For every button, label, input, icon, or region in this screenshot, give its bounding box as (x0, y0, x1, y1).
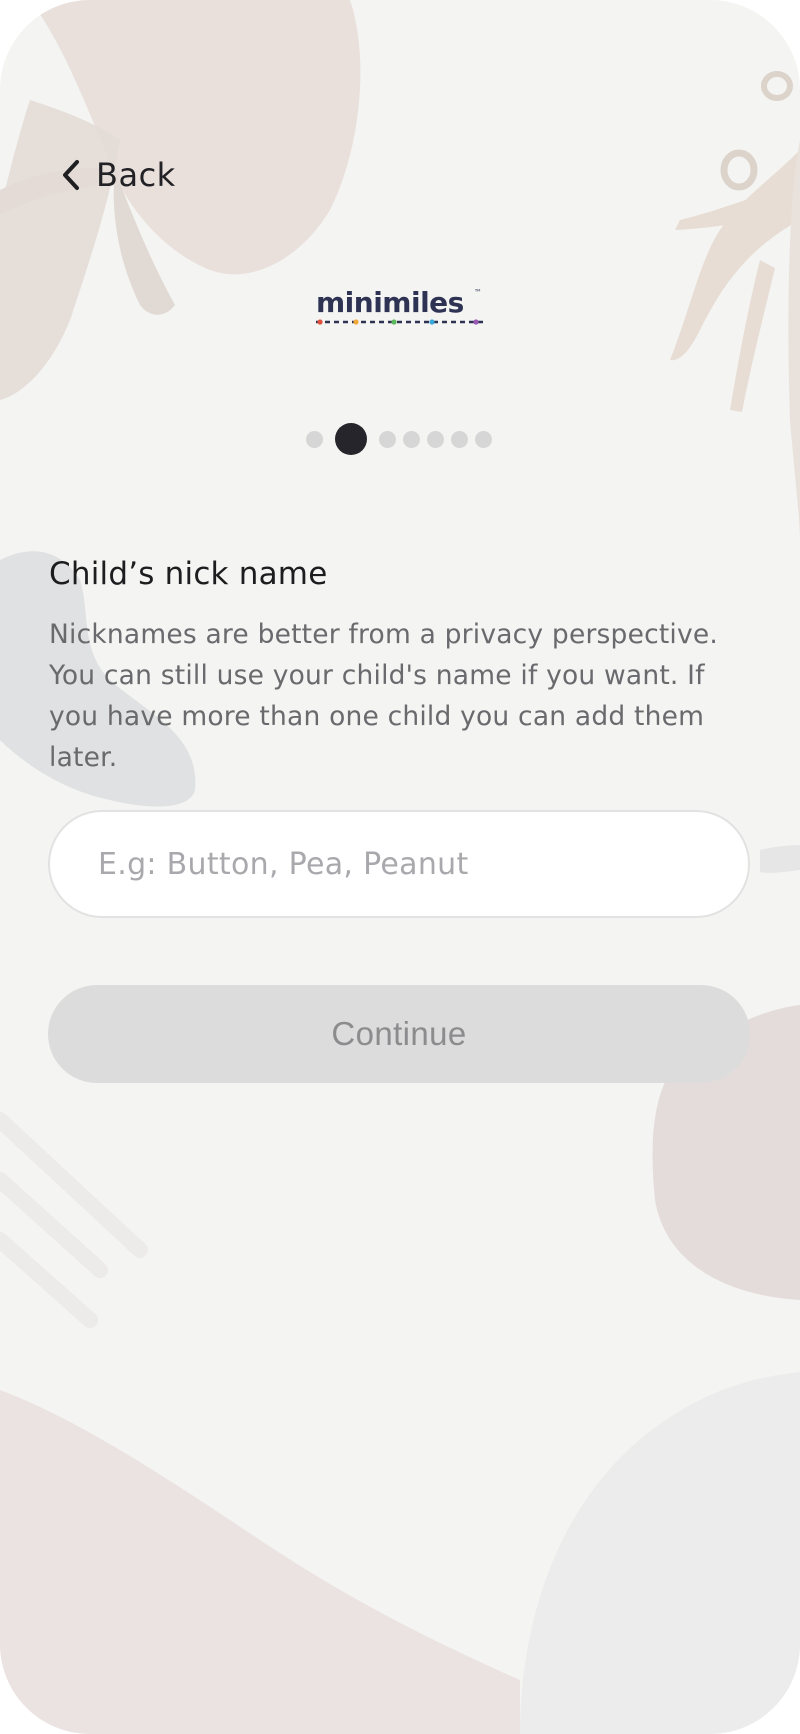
progress-dot (403, 431, 420, 448)
progress-dot (306, 431, 323, 448)
chevron-left-icon (63, 160, 79, 190)
progress-indicator (0, 423, 800, 455)
continue-button[interactable]: Continue (48, 985, 750, 1083)
logo-trademark: ™ (474, 288, 482, 297)
progress-dot-active (335, 423, 367, 455)
progress-dot (379, 431, 396, 448)
nickname-input[interactable] (48, 810, 750, 918)
logo-dashed-underline (316, 319, 486, 325)
progress-dot (475, 431, 492, 448)
form-description: Nicknames are better from a privacy pers… (49, 619, 719, 773)
back-label: Back (96, 156, 176, 194)
back-button[interactable]: Back (60, 152, 176, 198)
minimiles-logo: minimiles ™ (316, 286, 486, 328)
page-title: Child’s nick name (49, 556, 328, 592)
logo-wordmark: minimiles (316, 286, 464, 319)
onboarding-screen: Back minimiles ™ Child’s nick name Nickn… (0, 0, 800, 1734)
progress-dot (451, 431, 468, 448)
progress-dot (427, 431, 444, 448)
